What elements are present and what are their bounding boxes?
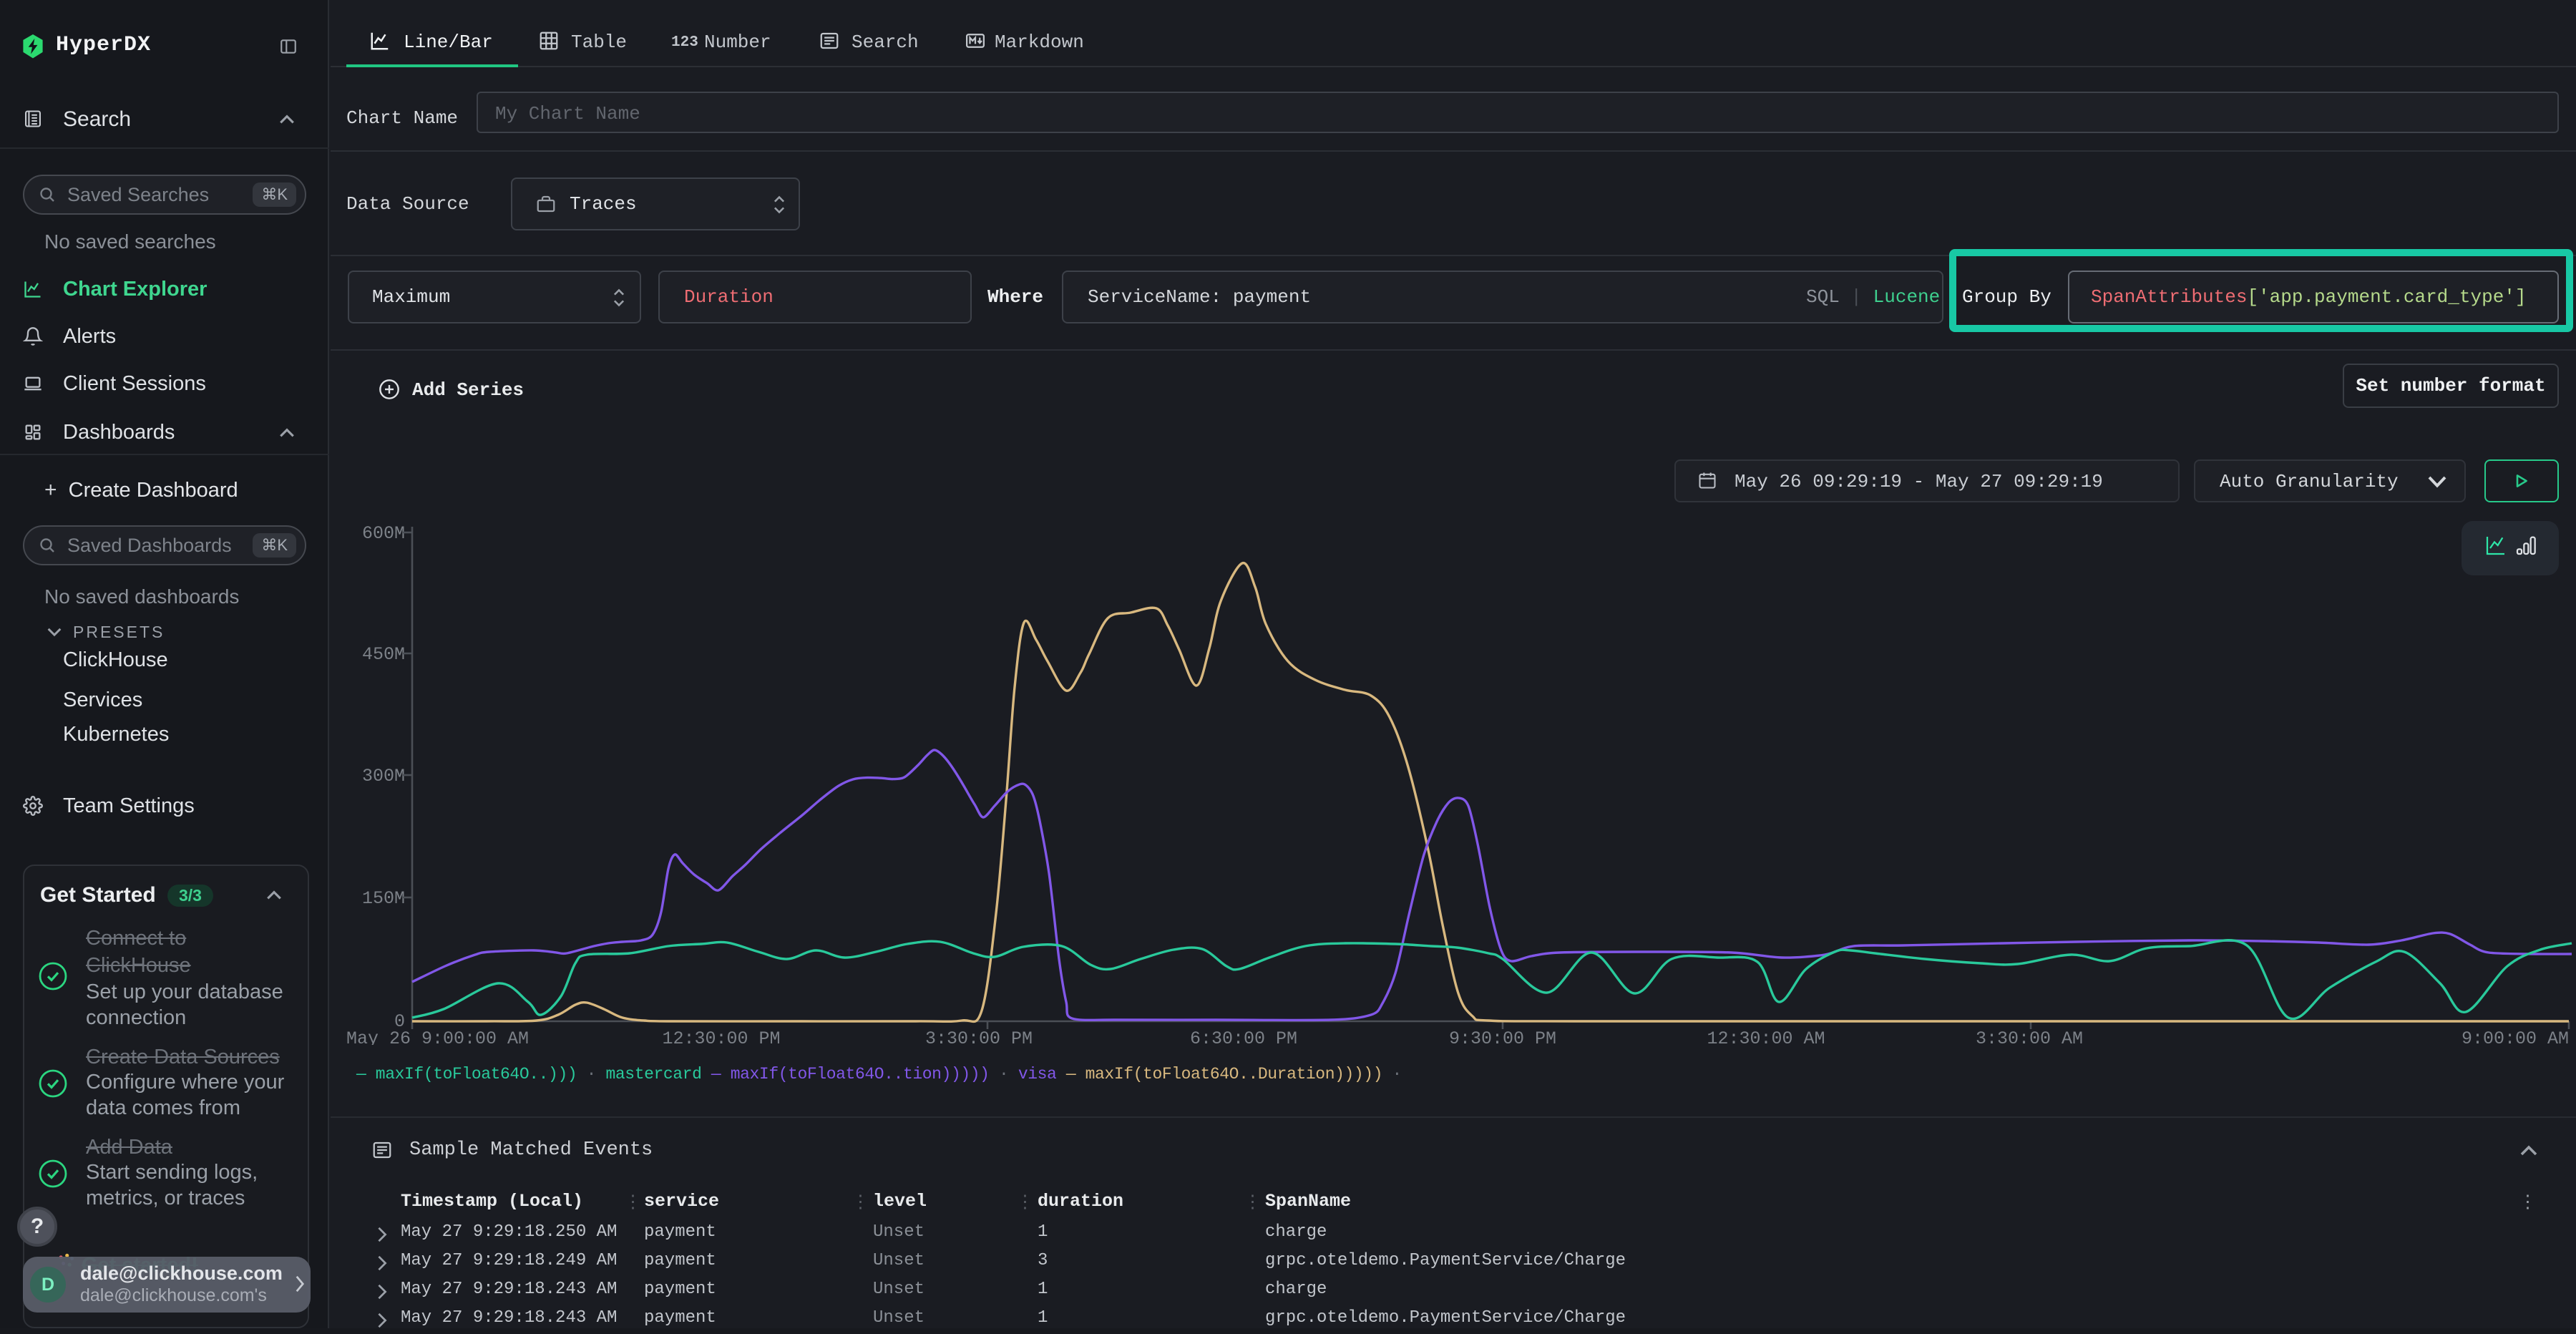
svg-text:150M: 150M xyxy=(362,888,405,909)
svg-text:600M: 600M xyxy=(362,523,405,544)
svg-text:3:30:00 PM: 3:30:00 PM xyxy=(925,1028,1033,1045)
svg-text:300M: 300M xyxy=(362,766,405,787)
svg-text:May 26 9:00:00 AM: May 26 9:00:00 AM xyxy=(346,1028,529,1045)
svg-text:6:30:00 PM: 6:30:00 PM xyxy=(1190,1028,1297,1045)
svg-text:3:30:00 AM: 3:30:00 AM xyxy=(1976,1028,2083,1045)
svg-text:9:30:00 PM: 9:30:00 PM xyxy=(1449,1028,1556,1045)
svg-text:12:30:00 AM: 12:30:00 AM xyxy=(1707,1028,1825,1045)
svg-text:450M: 450M xyxy=(362,644,405,665)
svg-text:9:00:00 AM: 9:00:00 AM xyxy=(2462,1028,2569,1045)
svg-text:12:30:00 PM: 12:30:00 PM xyxy=(662,1028,780,1045)
